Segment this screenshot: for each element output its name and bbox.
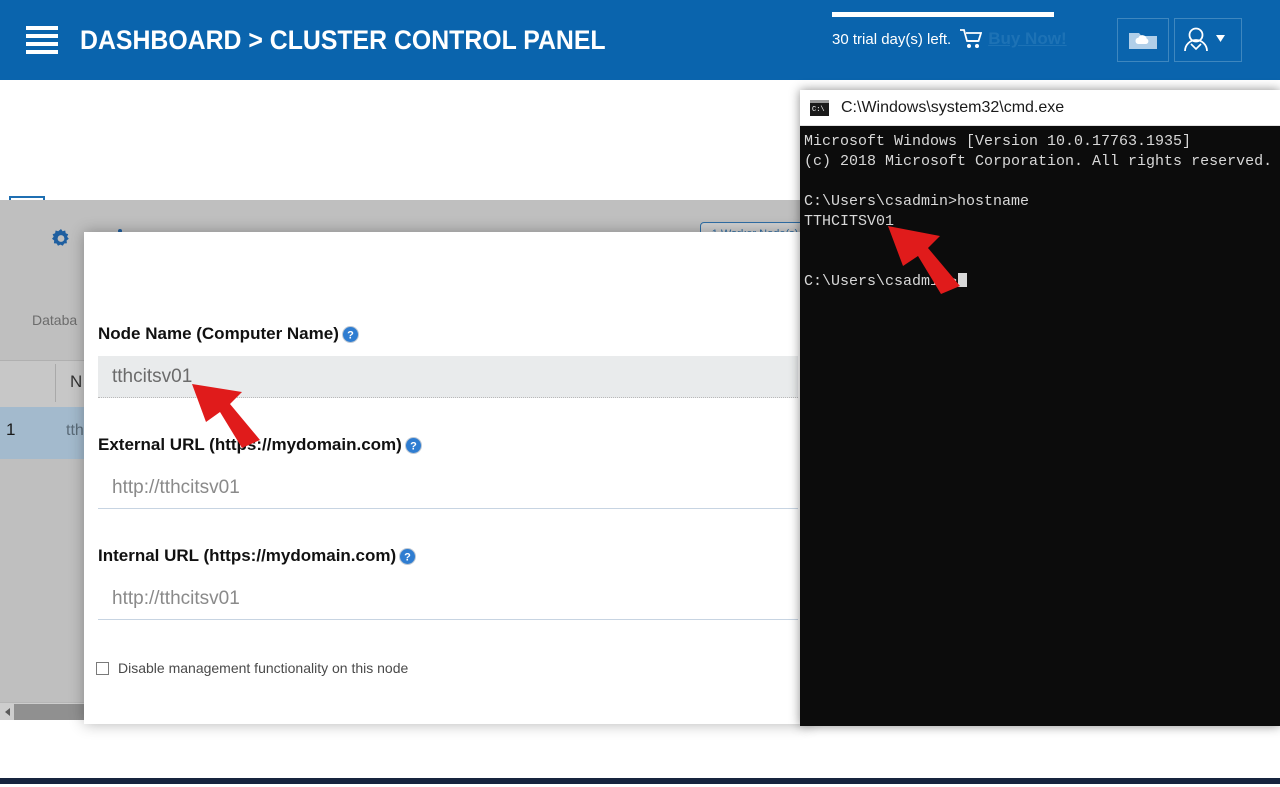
database-label: Databa [32, 312, 78, 328]
svg-text:?: ? [347, 329, 354, 341]
disable-management-label: Disable management functionality on this… [118, 660, 409, 676]
field-label-external-url: External URL (https://mydomain.com) ? [98, 435, 798, 455]
internal-url-input[interactable]: http://tthcitsv01 [98, 578, 798, 620]
external-url-input[interactable]: http://tthcitsv01 [98, 467, 798, 509]
field-internal-url: Internal URL (https://mydomain.com) ? ht… [98, 546, 798, 620]
svg-text:?: ? [404, 551, 411, 563]
buy-now-link[interactable]: Buy Now! [988, 29, 1066, 49]
cmd-title-text: C:\Windows\system32\cmd.exe [841, 98, 1065, 116]
cloud-folder-icon[interactable] [1117, 18, 1169, 62]
table-cell-row-number: 1 [6, 420, 16, 439]
edit-node-dialog: Node Name (Computer Name) ? tthcitsv01 E… [84, 232, 810, 724]
trial-progress-bar [832, 12, 1054, 17]
horizontal-scrollbar[interactable] [0, 702, 85, 721]
help-icon[interactable]: ? [341, 325, 359, 343]
field-label-node-name: Node Name (Computer Name) ? [98, 324, 798, 344]
table-cell-node-name: tth [66, 422, 84, 439]
trial-days-label: 30 trial day(s) left. [832, 30, 952, 48]
help-icon[interactable]: ? [399, 547, 417, 565]
node-name-input: tthcitsv01 [98, 356, 798, 398]
shopping-cart-icon[interactable] [960, 29, 983, 49]
hamburger-icon[interactable] [26, 22, 58, 58]
cmd-window[interactable]: C:\ C:\Windows\system32\cmd.exe Microsof… [800, 90, 1280, 726]
table-header-divider [55, 364, 56, 402]
footer-strip [0, 767, 1280, 787]
scroll-left-arrow-icon[interactable] [0, 703, 14, 721]
gear-icon[interactable] [50, 228, 72, 250]
field-external-url: External URL (https://mydomain.com) ? ht… [98, 435, 798, 509]
field-label-internal-url: Internal URL (https://mydomain.com) ? [98, 546, 798, 566]
disable-management-row[interactable]: Disable management functionality on this… [96, 660, 408, 676]
user-account-icon[interactable] [1174, 18, 1242, 62]
cmd-console-output[interactable]: Microsoft Windows [Version 10.0.17763.19… [800, 126, 1280, 726]
trial-status: 30 trial day(s) left. Buy Now! [832, 12, 1067, 49]
svg-text:?: ? [410, 440, 417, 452]
table-header-cell-name: N [70, 372, 83, 391]
page-root: DASHBOARD > CLUSTER CONTROL PANEL 30 tri… [0, 0, 1280, 787]
footer-accent-bar [0, 778, 1280, 784]
page-body-white [0, 720, 1280, 767]
help-icon[interactable]: ? [404, 436, 422, 454]
scrollbar-thumb[interactable] [14, 704, 85, 720]
disable-management-checkbox[interactable] [96, 661, 109, 675]
cmd-console-text: Microsoft Windows [Version 10.0.17763.19… [804, 133, 1273, 290]
field-node-name: Node Name (Computer Name) ? tthcitsv01 [98, 324, 798, 398]
cmd-title-bar[interactable]: C:\ C:\Windows\system32\cmd.exe [800, 90, 1280, 126]
page-title: DASHBOARD > CLUSTER CONTROL PANEL [80, 25, 606, 55]
app-header: DASHBOARD > CLUSTER CONTROL PANEL 30 tri… [0, 0, 1280, 80]
cmd-cursor [958, 273, 968, 287]
console-window-icon: C:\ [810, 99, 829, 116]
